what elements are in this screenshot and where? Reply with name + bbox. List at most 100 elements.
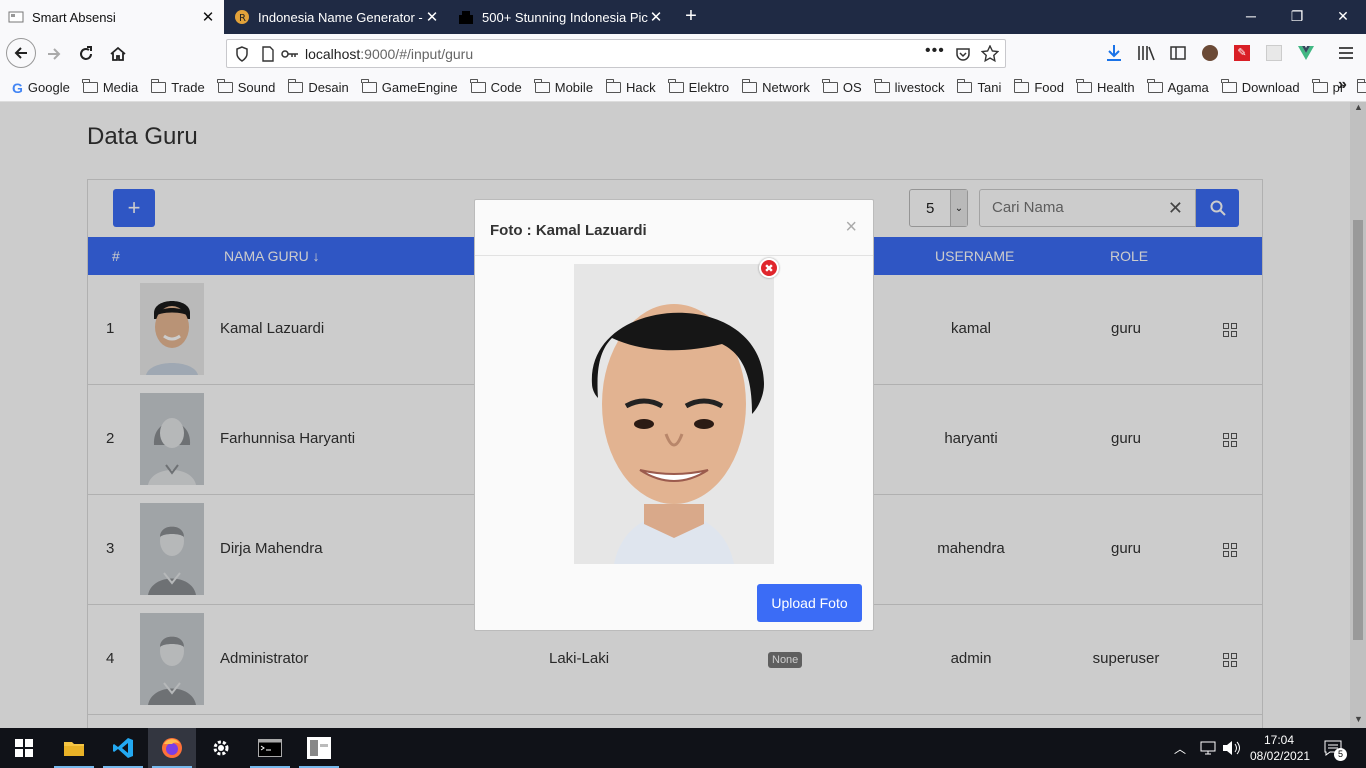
file-explorer-icon	[64, 742, 84, 756]
file-explorer-button[interactable]	[50, 728, 98, 768]
bookmark-folder[interactable]: Sound	[217, 79, 276, 95]
folder-icon	[287, 79, 304, 93]
page-info-icon[interactable]	[261, 46, 275, 62]
volume-icon[interactable]	[1222, 740, 1240, 756]
svg-text:R: R	[239, 13, 246, 24]
folder-icon	[1013, 79, 1030, 93]
clock-date: 08/02/2021	[1250, 749, 1311, 763]
pocket-icon[interactable]	[955, 46, 971, 62]
bookmark-label: Code	[490, 80, 522, 95]
tab-indonesia-pictures[interactable]: 500+ Stunning Indonesia Pictur ✕	[450, 0, 672, 34]
shield-icon[interactable]	[235, 46, 249, 62]
bookmark-label: Mobile	[554, 80, 594, 95]
bookmark-folder[interactable]: OS	[822, 79, 862, 95]
minimize-button[interactable]: ─	[1228, 0, 1274, 32]
forward-arrow-icon	[48, 48, 61, 60]
bookmark-folder[interactable]: Health	[1076, 79, 1135, 95]
network-icon[interactable]	[1200, 741, 1216, 755]
bookmark-star-icon[interactable]	[981, 45, 999, 63]
tab-smart-absensi[interactable]: Smart Absensi ✕	[0, 0, 224, 34]
bookmark-label: OS	[842, 80, 862, 95]
folder-icon	[361, 79, 377, 93]
app-window-icon	[307, 737, 331, 759]
bookmark-folder[interactable]: Hack	[605, 79, 656, 95]
forward-button[interactable]	[40, 40, 68, 68]
tab-name-generator[interactable]: R Indonesia Name Generator - Ra ✕	[226, 0, 448, 34]
folder-icon	[605, 79, 622, 93]
folder-icon	[874, 79, 890, 93]
notification-count-badge: 5	[1334, 748, 1347, 761]
folder-icon	[1356, 79, 1366, 93]
clock-time: 17:04	[1263, 733, 1295, 747]
profile-avatar-icon[interactable]	[1202, 45, 1218, 61]
bookmark-folder[interactable]: Network	[741, 79, 810, 95]
bookmark-folder[interactable]: Download	[1221, 79, 1300, 95]
upload-photo-button[interactable]: Upload Foto	[757, 584, 862, 622]
reload-icon	[80, 46, 92, 60]
reload-button[interactable]	[72, 40, 100, 68]
bookmark-label: Elektro	[688, 80, 730, 95]
bookmark-folder[interactable]: learn	[1356, 79, 1366, 95]
bookmark-folder[interactable]: Elektro	[668, 79, 730, 95]
url-text[interactable]: localhost:9000/#/input/guru	[305, 46, 473, 62]
close-tab-icon[interactable]: ✕	[648, 8, 664, 26]
library-icon[interactable]	[1137, 44, 1155, 62]
app-window-button[interactable]	[295, 728, 343, 768]
teacher-photo-preview	[574, 264, 774, 564]
close-window-button[interactable]: ✕	[1320, 0, 1366, 32]
settings-button[interactable]	[197, 728, 245, 768]
bookmark-folder[interactable]: Media	[82, 79, 139, 95]
extension-pdf-icon[interactable]: ✎	[1234, 45, 1250, 61]
vue-devtools-icon[interactable]	[1298, 46, 1314, 60]
vscode-icon	[113, 738, 133, 758]
close-tab-icon[interactable]: ✕	[424, 8, 440, 26]
bookmark-label: Network	[762, 80, 810, 95]
gear-icon	[213, 740, 229, 756]
vscode-button[interactable]	[99, 728, 147, 768]
bookmark-folder[interactable]: Trade	[150, 79, 205, 95]
bookmark-folder[interactable]: Desain	[287, 79, 349, 95]
home-button[interactable]	[104, 40, 132, 68]
remove-photo-button[interactable]: ✖	[759, 258, 779, 278]
bookmark-folder[interactable]: Tani	[956, 79, 1001, 95]
modal-header: Foto : Kamal Lazuardi ×	[475, 200, 873, 256]
google-icon: G	[12, 79, 23, 96]
back-button[interactable]	[6, 38, 36, 68]
photo-modal: Foto : Kamal Lazuardi × ✖ Upload Foto	[474, 199, 874, 631]
terminal-button[interactable]	[246, 728, 294, 768]
bookmark-label: Agama	[1167, 80, 1209, 95]
bookmark-google[interactable]: G Google	[12, 80, 70, 96]
folder-icon	[1221, 79, 1237, 93]
restore-button[interactable]: ❐	[1274, 0, 1320, 32]
bookmark-label: livestock	[894, 80, 945, 95]
bookmarks-overflow-icon[interactable]: »	[1338, 76, 1347, 94]
tray-chevron-up-icon[interactable]: ︿	[1174, 740, 1186, 757]
tab-title: Indonesia Name Generator - Ra	[258, 9, 424, 25]
sidebar-icon[interactable]	[1170, 45, 1186, 61]
start-button[interactable]	[0, 728, 48, 768]
page-actions-icon[interactable]: •••	[925, 42, 945, 60]
bookmark-folder[interactable]: Agama	[1147, 79, 1209, 95]
bookmark-label: Media	[102, 80, 139, 95]
folder-icon	[1312, 79, 1328, 93]
close-tab-icon[interactable]: ✕	[200, 8, 216, 26]
url-path: :9000/#/input/guru	[360, 46, 474, 62]
modal-close-button[interactable]: ×	[845, 216, 857, 239]
bookmark-folder[interactable]: Food	[1013, 79, 1064, 95]
download-icon[interactable]	[1106, 44, 1122, 62]
menu-hamburger-icon[interactable]	[1338, 45, 1354, 61]
notification-center-button[interactable]: 5	[1324, 740, 1347, 761]
bookmark-folder[interactable]: livestock	[874, 79, 945, 95]
system-clock[interactable]: 17:04 08/02/2021	[1250, 732, 1311, 764]
address-bar[interactable]: localhost:9000/#/input/guru •••	[226, 39, 1006, 68]
bookmark-label: Sound	[237, 80, 276, 95]
firefox-button[interactable]	[148, 728, 196, 768]
folder-icon	[82, 79, 98, 93]
bookmark-folder[interactable]: Mobile	[534, 79, 594, 95]
new-tab-button[interactable]: +	[680, 5, 702, 27]
extension-placeholder-icon[interactable]	[1266, 45, 1282, 61]
tab-title: Smart Absensi	[32, 9, 116, 25]
bookmark-folder[interactable]: GameEngine	[361, 79, 458, 95]
modal-title: Foto : Kamal Lazuardi	[490, 222, 647, 239]
bookmark-folder[interactable]: Code	[470, 79, 522, 95]
